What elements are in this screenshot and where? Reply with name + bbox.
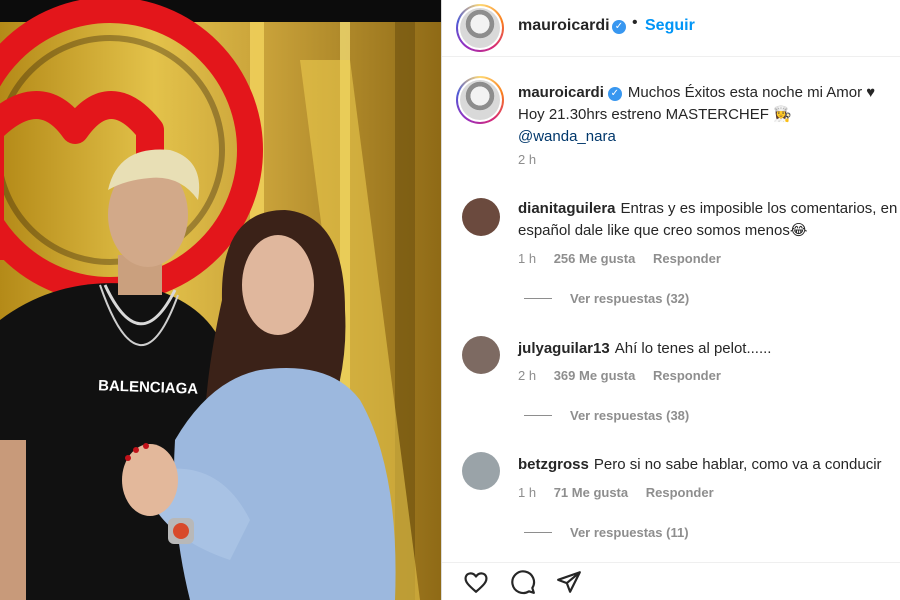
comment-reply-button[interactable]: Responder	[646, 485, 714, 500]
comment-reply-button[interactable]: Responder	[653, 368, 721, 383]
comment-meta: 2 h 369 Me gusta Responder	[518, 368, 735, 383]
heart-icon[interactable]	[462, 569, 490, 595]
comment-likes[interactable]: 256 Me gusta	[554, 251, 636, 266]
comment-time[interactable]: 1 h	[518, 485, 536, 500]
comment-likes[interactable]: 369 Me gusta	[554, 368, 636, 383]
comment-meta: 1 h 71 Me gusta Responder	[518, 485, 728, 500]
replies-line	[524, 298, 552, 299]
comment-meta: 1 h 256 Me gusta Responder	[518, 251, 735, 266]
caption-avatar[interactable]	[460, 80, 500, 120]
verified-badge-icon: ✓	[612, 20, 626, 34]
view-replies-label: Ver respuestas (38)	[570, 408, 690, 423]
caption-verified-badge-icon: ✓	[607, 87, 622, 101]
comment-icon[interactable]	[509, 569, 537, 595]
post-action-bar	[442, 562, 900, 600]
comment-username[interactable]: betzgross	[518, 456, 589, 473]
replies-line	[524, 532, 552, 533]
comment-avatar[interactable]	[462, 336, 500, 374]
comment-reply-button[interactable]: Responder	[653, 251, 721, 266]
caption-username[interactable]: mauroicardi	[518, 84, 604, 101]
caption-timestamp[interactable]: 2 h	[518, 152, 536, 167]
caption-line-2: Hoy 21.30hrs estreno MASTERCHEF 👩‍🍳	[518, 106, 792, 123]
view-replies-button[interactable]: Ver respuestas (32)	[524, 291, 689, 306]
caption-avatar-ring[interactable]	[456, 76, 504, 124]
comment-likes[interactable]: 71 Me gusta	[554, 485, 628, 500]
comment-text: betzgross Pero si no sabe hablar, como va…	[518, 454, 898, 476]
follow-button[interactable]: Seguir	[645, 17, 695, 35]
comment-avatar[interactable]	[462, 452, 500, 490]
comment-text: dianitaguilera Entras y es imposible los …	[518, 198, 898, 242]
comment-text: julyaguilar13 Ahí lo tenes al pelot......	[518, 338, 898, 360]
shirt-print-text: BALENCIAGA	[98, 377, 199, 397]
profile-avatar-ring[interactable]	[456, 4, 504, 52]
caption-mention-link[interactable]: @wanda_nara	[518, 128, 616, 145]
profile-avatar[interactable]	[460, 8, 500, 48]
caption-text: mauroicardi ✓ Muchos Éxitos esta noche mi …	[518, 82, 898, 148]
view-replies-label: Ver respuestas (11)	[570, 525, 689, 540]
share-icon[interactable]	[555, 569, 583, 595]
comment-username[interactable]: dianitaguilera	[518, 200, 616, 217]
caption-line-1: Muchos Éxitos esta noche mi Amor ♥	[627, 84, 876, 101]
post-info-panel: mauroicardi ✓ • Seguir mauroicardi ✓ Mucho…	[442, 0, 900, 600]
header-username[interactable]: mauroicardi	[518, 17, 610, 35]
replies-line	[524, 415, 552, 416]
header-divider	[442, 56, 900, 57]
comment-body: Pero si no sabe hablar, como va a conduc…	[593, 456, 882, 473]
comment-avatar[interactable]	[462, 198, 500, 236]
post-header: mauroicardi ✓ • Seguir	[442, 0, 900, 56]
comment-username[interactable]: julyaguilar13	[518, 340, 610, 357]
view-replies-label: Ver respuestas (32)	[570, 291, 690, 306]
view-replies-button[interactable]: Ver respuestas (11)	[524, 525, 689, 540]
comment-time[interactable]: 1 h	[518, 251, 536, 266]
header-separator: •	[632, 14, 638, 31]
post-image[interactable]: BALENCIAGA	[0, 0, 441, 600]
post-photo-illustration: BALENCIAGA	[0, 0, 420, 600]
view-replies-button[interactable]: Ver respuestas (38)	[524, 408, 689, 423]
comment-time[interactable]: 2 h	[518, 368, 536, 383]
comment-body: Ahí lo tenes al pelot......	[614, 340, 772, 357]
